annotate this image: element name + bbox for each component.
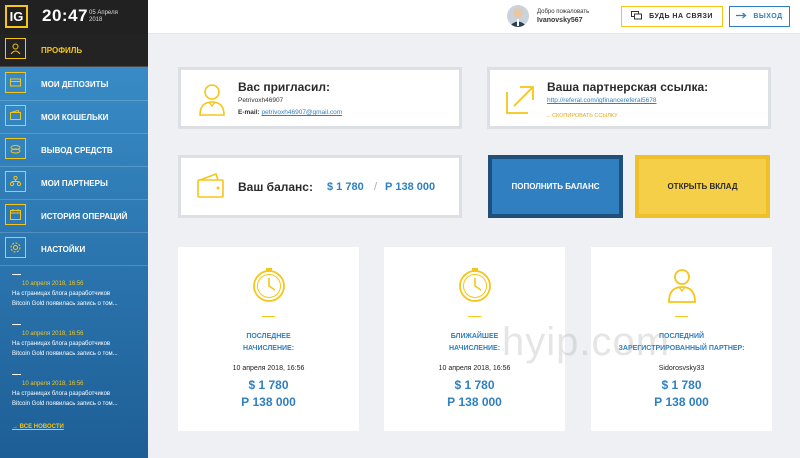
news-item[interactable]: 10 апреля 2018, 16:56 На страницах блога… [12,324,118,359]
referral-url-row: http://referal.com/igfinancereferal5678 [547,97,656,104]
sidebar-item-withdraw[interactable]: ВЫВОД СРЕДСТВ [0,134,148,167]
brand-block: IG 20:47 05 Апреля 2018 [0,0,148,34]
arrow-right-icon: → [12,424,20,430]
watermark: hyip.com [502,320,671,364]
deposits-icon [5,72,26,93]
user-icon [194,81,230,117]
user-icon [665,267,699,303]
stat-label-line: ПОСЛЕДНЕЕ [246,333,291,340]
balance-rub: Р 138 000 [385,181,436,193]
top-bar: IG 20:47 05 Апреля 2018 Добро пожаловать… [0,0,800,34]
inviter-name: Petrivoxh46907 [238,97,284,104]
stat-label: ПОСЛЕДНЕЕ НАЧИСЛЕНИЕ: [178,331,359,355]
chat-icon [631,11,643,22]
calendar-icon [5,204,26,225]
balance-usd: $ 1 780 [327,181,364,193]
news-text: Bitcoin Gold появилась запись о том... [12,401,118,407]
sidebar-item-settings[interactable]: НАСТОЙКИ [0,233,148,266]
sidebar-item-label: МОИ ДЕПОЗИТЫ [41,79,109,89]
stat-value: Sidorosvsky33 [658,365,705,372]
inviter-card: Вас пригласил: Petrivoxh46907 E-mail: pe… [178,67,462,129]
news-divider [12,274,21,275]
clock-year: 2018 [89,17,103,23]
stat-usd: $ 1 780 [661,378,702,392]
profile-icon [5,38,26,59]
partners-icon [5,171,26,192]
open-deposit-button[interactable]: ОТКРЫТЬ ВКЛАД [635,155,770,218]
inviter-email[interactable]: petrivoxh46907@gmail.com [261,109,342,116]
sidebar-item-label: ИСТОРИЯ ОПЕРАЦИЙ [41,211,128,221]
inviter-title: Вас пригласил: [238,80,330,94]
sidebar-item-wallets[interactable]: МОИ КОШЕЛЬКИ [0,101,148,134]
balance-separator: / [374,181,378,193]
news-item[interactable]: 10 апреля 2018, 16:56 На страницах блога… [12,274,118,309]
sidebar-item-label: ВЫВОД СРЕДСТВ [41,145,113,155]
support-button[interactable]: БУДЬ НА СВЯЗИ [621,6,723,27]
stat-card-last-accrual: ПОСЛЕДНЕЕ НАЧИСЛЕНИЕ: 10 апреля 2018, 16… [178,247,359,431]
all-news-label: ВСЕ НОВОСТИ [19,424,64,430]
stat-rub: Р 138 000 [241,395,296,409]
sidebar-item-label: НАСТОЙКИ [41,244,86,254]
logout-label: ВЫХОД [753,13,783,20]
stat-value: 10 апреля 2018, 16:56 [438,365,511,372]
sidebar-item-label: МОИ ПАРТНЕРЫ [41,178,108,188]
support-label: БУДЬ НА СВЯЗИ [649,13,713,20]
gear-icon [5,237,26,258]
referral-title: Ваша партнерская ссылка: [547,80,709,94]
news-date: 10 апреля 2018, 16:56 [22,331,84,337]
withdraw-icon [5,138,26,159]
news-date: 10 апреля 2018, 16:56 [22,381,84,387]
news-date: 10 апреля 2018, 16:56 [22,281,84,287]
clock-icon [458,267,492,303]
all-news-link[interactable]: → ВСЕ НОВОСТИ [12,424,64,430]
balance-title: Ваш баланс: [238,180,313,194]
username[interactable]: Ivanovsky567 [537,17,583,24]
news-divider [12,324,21,325]
inviter-email-row: E-mail: petrivoxh46907@gmail.com [238,109,342,116]
share-arrow-icon [504,82,538,116]
email-label: E-mail: [238,109,260,116]
referral-url[interactable]: http://referal.com/igfinancereferal5678 [547,97,656,104]
wallet-icon [197,172,225,199]
balance-card: Ваш баланс: $ 1 780 / Р 138 000 [178,155,462,218]
sidebar-item-label: ПРОФИЛЬ [41,45,83,55]
stat-value: 10 апреля 2018, 16:56 [232,365,305,372]
clock-icon [252,267,286,303]
logout-button[interactable]: ВЫХОД [729,6,790,27]
divider [468,316,481,317]
stat-usd: $ 1 780 [454,378,495,392]
news-item[interactable]: 10 апреля 2018, 16:56 На страницах блога… [12,374,118,409]
stat-usd: $ 1 780 [248,378,289,392]
sidebar-item-history[interactable]: ИСТОРИЯ ОПЕРАЦИЙ [0,200,148,233]
news-text: На страницах блога разработчиков [12,291,111,297]
stat-rub: Р 138 000 [447,395,502,409]
welcome-text: Добро пожаловать [537,9,590,15]
sidebar-item-profile[interactable]: ПРОФИЛЬ [0,34,148,67]
divider [675,316,688,317]
wallet-icon [5,105,26,126]
copy-link-label: СКОПИРОВАТЬ ССЫЛКУ [552,113,618,119]
sidebar: ПРОФИЛЬ МОИ ДЕПОЗИТЫ МОИ КОШЕЛЬКИ ВЫВОД … [0,34,148,458]
news-text: Bitcoin Gold появилась запись о том... [12,301,118,307]
arrow-right-icon: → [545,113,553,119]
clock-date: 05 Апреля [89,10,118,16]
clock-time: 20:47 [42,6,88,25]
referral-card: Ваша партнерская ссылка: http://referal.… [487,67,771,129]
sidebar-item-partners[interactable]: МОИ ПАРТНЕРЫ [0,167,148,200]
news-divider [12,374,21,375]
avatar[interactable] [507,5,529,27]
top-up-balance-button[interactable]: ПОПОЛНИТЬ БАЛАНС [488,155,623,218]
logo[interactable]: IG [5,5,28,28]
stat-rub: Р 138 000 [654,395,709,409]
news-text: Bitcoin Gold появилась запись о том... [12,351,118,357]
news-text: На страницах блога разработчиков [12,391,111,397]
news-text: На страницах блога разработчиков [12,341,111,347]
sidebar-item-deposits[interactable]: МОИ ДЕПОЗИТЫ [0,68,148,101]
copy-link-button[interactable]: → СКОПИРОВАТЬ ССЫЛКУ [545,113,618,119]
sidebar-item-label: МОИ КОШЕЛЬКИ [41,112,109,122]
stat-label-line: НАЧИСЛЕНИЕ: [242,345,295,352]
arrow-right-icon [736,12,747,21]
divider [262,316,275,317]
